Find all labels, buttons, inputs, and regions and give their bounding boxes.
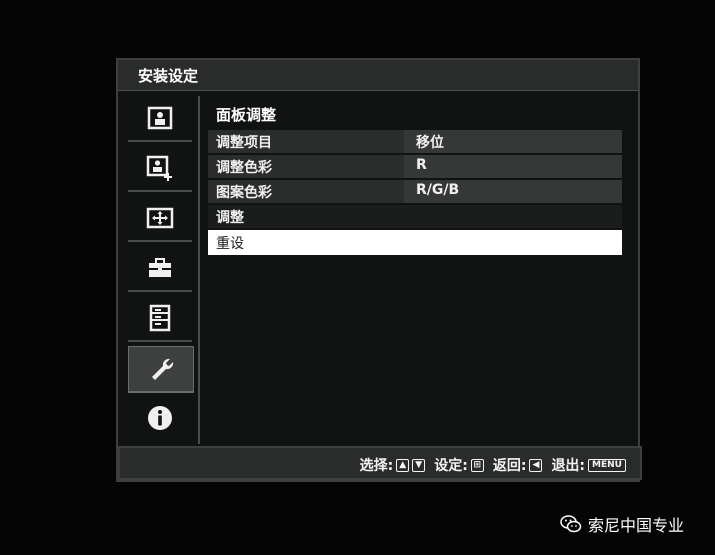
key-hints: 选择: ▲ ▼ 设定: ⊞ 返回: ◀ 退出: MENU — [360, 455, 626, 475]
sidebar-item-installation[interactable] — [128, 346, 194, 393]
setting-label: 调整色彩 — [216, 160, 272, 176]
setting-row-adjust-color[interactable]: 调整色彩 R — [208, 155, 622, 178]
picture-icon — [147, 106, 173, 130]
down-arrow-key-icon: ▼ — [412, 458, 426, 472]
title-bar: 安装设定 — [118, 60, 638, 91]
enter-key-icon: ⊞ — [470, 458, 484, 472]
reset-label: 重设 — [216, 236, 244, 252]
sidebar-item-information[interactable] — [128, 396, 192, 440]
menu-title: 安装设定 — [138, 67, 199, 85]
setting-value[interactable]: R/G/B — [404, 180, 622, 203]
reset-menu-item[interactable]: 重设 — [208, 230, 622, 255]
sidebar-item-picture[interactable] — [128, 96, 192, 142]
toolbox-icon — [149, 258, 171, 277]
screen-fit-icon — [146, 207, 174, 229]
left-arrow-key-icon: ◀ — [529, 458, 543, 472]
setting-value[interactable]: R — [404, 155, 622, 178]
adjust-label: 调整 — [216, 210, 244, 226]
back-hint-label: 返回: — [492, 458, 527, 474]
watermark-text: 索尼中国专业 — [588, 516, 685, 535]
setting-label: 图案色彩 — [216, 185, 272, 201]
watermark: 索尼中国专业 — [560, 512, 684, 536]
picture-plus-icon — [146, 155, 172, 181]
setting-value[interactable]: 移位 — [404, 130, 622, 153]
sidebar-item-function[interactable] — [128, 246, 192, 292]
status-bar: 选择: ▲ ▼ 设定: ⊞ 返回: ◀ 退出: MENU — [118, 446, 642, 480]
osd-menu-panel: 安装设定 面板调整 调整项目 移位 调整色彩 R 图案色彩 R/G/B 调整 重… — [116, 58, 640, 482]
setting-row-adjust-item[interactable]: 调整项目 移位 — [208, 130, 622, 153]
wechat-icon — [560, 515, 582, 533]
sidebar-item-advanced-picture[interactable] — [128, 146, 192, 192]
menu-key-icon: MENU — [588, 458, 626, 472]
up-arrow-key-icon: ▲ — [396, 458, 410, 472]
wrench-icon — [152, 358, 174, 380]
info-icon — [148, 406, 172, 430]
setting-row-pattern-color[interactable]: 图案色彩 R/G/B — [208, 180, 622, 203]
sidebar — [122, 96, 200, 444]
setting-label: 调整项目 — [216, 135, 272, 151]
list-settings-icon — [149, 304, 171, 332]
sidebar-item-screen[interactable] — [128, 196, 192, 242]
set-hint-label: 设定: — [434, 458, 468, 474]
exit-hint-label: 退出: — [551, 458, 586, 474]
section-title: 面板调整 — [216, 106, 277, 124]
adjust-menu-item[interactable]: 调整 — [208, 205, 622, 228]
select-hint-label: 选择: — [359, 458, 394, 474]
sidebar-item-operation[interactable] — [128, 296, 192, 342]
